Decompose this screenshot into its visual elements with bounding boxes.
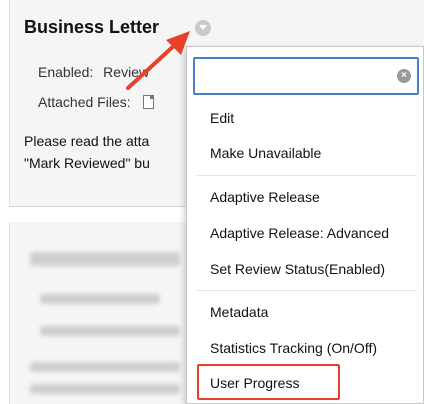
item-title[interactable]: Business Letter bbox=[24, 17, 159, 38]
item-options-menu: × Edit Make Unavailable Adaptive Release… bbox=[186, 46, 424, 404]
menu-item-adaptive-release[interactable]: Adaptive Release bbox=[210, 189, 320, 205]
annotation-highlight-box bbox=[197, 364, 340, 400]
menu-item-make-unavailable[interactable]: Make Unavailable bbox=[210, 145, 321, 161]
blurred-line bbox=[40, 326, 180, 336]
enabled-value: Review bbox=[103, 64, 150, 80]
enabled-label: Enabled: bbox=[38, 64, 94, 80]
menu-search-input[interactable]: × bbox=[193, 57, 419, 95]
enabled-status-row: Enabled: Review bbox=[38, 64, 149, 80]
menu-item-metadata[interactable]: Metadata bbox=[210, 304, 268, 320]
blurred-line bbox=[30, 384, 180, 394]
menu-item-statistics-tracking[interactable]: Statistics Tracking (On/Off) bbox=[210, 340, 377, 356]
chevron-down-icon[interactable] bbox=[195, 20, 211, 36]
menu-item-set-review-status[interactable]: Set Review Status(Enabled) bbox=[210, 261, 385, 277]
screenshot-stage: Business Letter Enabled: Review Attached… bbox=[0, 0, 424, 404]
item-description-line-1: Please read the atta bbox=[24, 133, 150, 149]
blurred-line bbox=[40, 294, 160, 304]
file-icon[interactable] bbox=[142, 95, 154, 109]
blurred-line bbox=[30, 362, 180, 372]
clear-icon[interactable]: × bbox=[397, 69, 411, 83]
item-description-line-2: "Mark Reviewed" bu bbox=[24, 155, 150, 171]
attached-files-label: Attached Files: bbox=[38, 94, 131, 110]
menu-divider bbox=[197, 175, 417, 176]
menu-divider bbox=[197, 290, 417, 291]
item-description: Please read the atta "Mark Reviewed" bu bbox=[24, 130, 199, 174]
attached-files-row: Attached Files: bbox=[38, 94, 154, 110]
blurred-title bbox=[30, 252, 180, 266]
menu-item-adaptive-release-advanced[interactable]: Adaptive Release: Advanced bbox=[210, 225, 389, 241]
menu-item-edit[interactable]: Edit bbox=[210, 110, 234, 126]
